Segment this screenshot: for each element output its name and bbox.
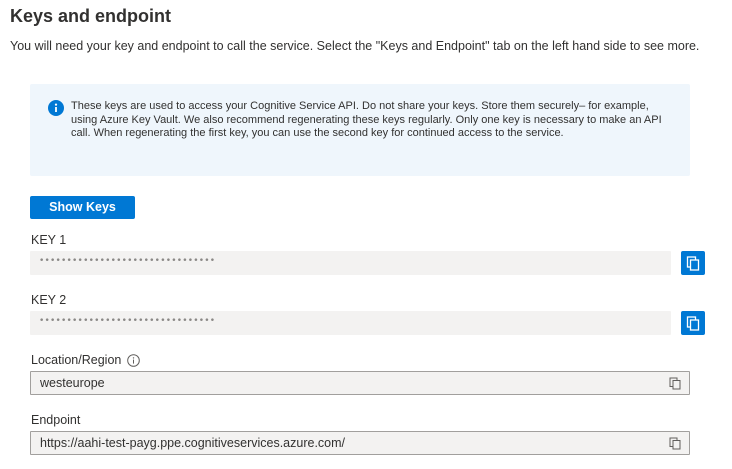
info-icon — [48, 100, 64, 116]
key1-label-text: KEY 1 — [31, 233, 67, 247]
page-subtitle: You will need your key and endpoint to c… — [10, 39, 700, 53]
endpoint-field[interactable]: https://aahi-test-payg.ppe.cognitiveserv… — [30, 431, 690, 455]
copy-icon[interactable] — [669, 377, 682, 390]
key2-copy-button[interactable] — [681, 311, 705, 335]
location-label-text: Location/Region — [31, 353, 122, 367]
endpoint-label-text: Endpoint — [31, 413, 81, 427]
key1-masked-value: •••••••••••••••••••••••••••••••• — [39, 256, 216, 266]
key1-label: KEY 1 — [31, 233, 66, 247]
endpoint-value: https://aahi-test-payg.ppe.cognitiveserv… — [40, 436, 346, 450]
location-value: westeurope — [40, 376, 105, 390]
copy-icon — [686, 315, 700, 331]
page-title: Keys and endpoint — [10, 6, 172, 26]
copy-icon — [686, 255, 700, 271]
key2-label-text: KEY 2 — [31, 293, 67, 307]
key1-field[interactable]: •••••••••••••••••••••••••••••••• — [30, 251, 671, 275]
info-circle-icon[interactable] — [127, 353, 141, 367]
key2-field[interactable]: •••••••••••••••••••••••••••••••• — [30, 311, 671, 335]
location-field[interactable]: westeurope — [30, 371, 690, 395]
key2-label: KEY 2 — [31, 293, 66, 307]
key2-masked-value: •••••••••••••••••••••••••••••••• — [39, 316, 216, 326]
endpoint-label: Endpoint — [31, 413, 80, 427]
show-keys-button[interactable]: Show Keys — [30, 196, 135, 219]
copy-icon[interactable] — [669, 437, 682, 450]
info-banner-text: These keys are used to access your Cogni… — [71, 100, 662, 140]
location-label: Location/Region — [31, 353, 141, 367]
key1-copy-button[interactable] — [681, 251, 705, 275]
info-banner: These keys are used to access your Cogni… — [30, 84, 690, 176]
